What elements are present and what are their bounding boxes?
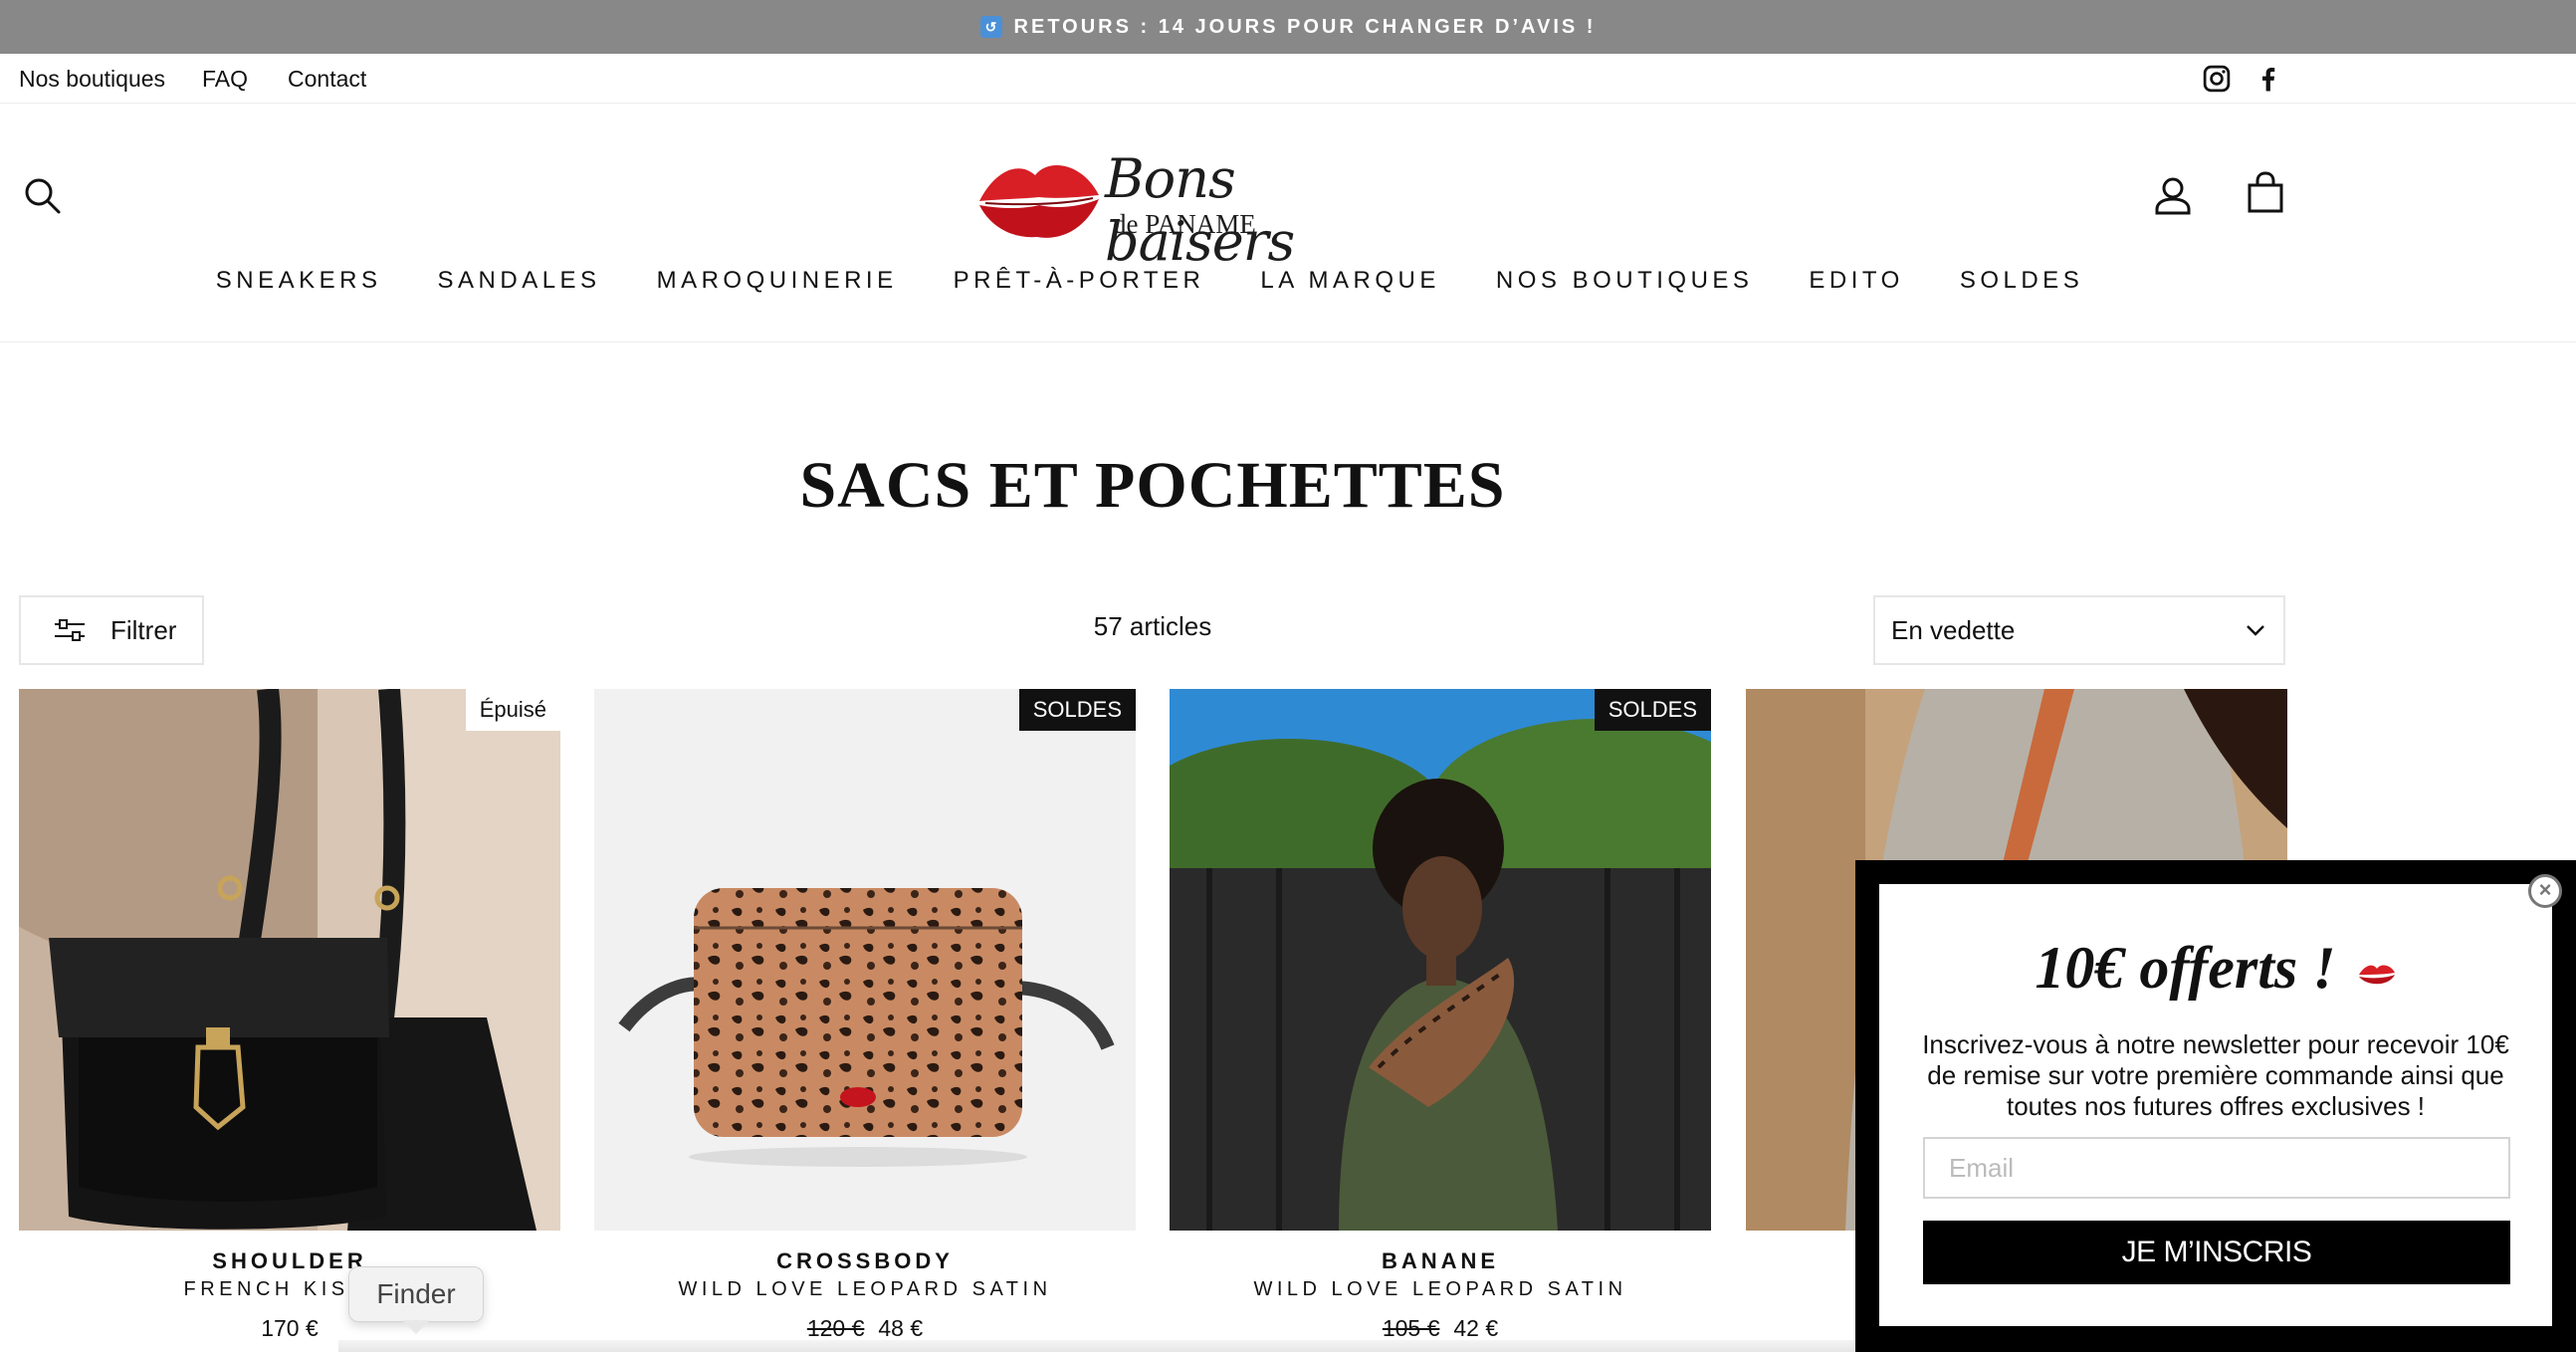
shoulder-bag-photo [19,689,560,1231]
cart-icon[interactable] [2246,171,2285,213]
product-name[interactable]: BANANE [1170,1248,1711,1274]
nav-item-maroquinerie[interactable]: MAROQUINERIE [657,267,898,295]
chevron-down-icon [2247,625,2264,636]
crossbody-bag-photo [594,689,1136,1231]
status-badge: SOLDES [1594,689,1711,731]
utility-bar: Nos boutiques FAQ Contact [0,54,2576,104]
account-icon[interactable] [2154,175,2192,215]
product-card[interactable]: SOLDES CROSSBODY WILD LOVE LEOPARD SATIN… [594,689,1136,1342]
status-badge: Épuisé [465,689,560,731]
sort-selected-value: En vedette [1891,614,2016,645]
product-image[interactable]: SOLDES [594,689,1136,1231]
announcement-bar: ↺ RETOURS : 14 JOURS POUR CHANGER D’AVIS… [0,0,2576,54]
nav-item-la-marque[interactable]: LA MARQUE [1260,267,1440,295]
page-title: SACS ET POCHETTES [799,449,1506,522]
utility-link-faq[interactable]: FAQ [202,66,248,93]
product-image[interactable]: Épuisé [19,689,560,1231]
nav-item-soldes[interactable]: SOLDES [1960,267,2083,295]
product-price: 105 € 42 € [1170,1315,1711,1342]
popup-content: 10€ offerts ! Inscrivez-vous à notre new… [1879,884,2552,1326]
price-current: 170 € [261,1315,319,1341]
instagram-icon[interactable] [2202,64,2232,94]
return-arrow-icon: ↺ [979,16,1002,38]
utility-link-boutiques[interactable]: Nos boutiques [19,66,165,93]
finder-tooltip: Finder [348,1266,484,1322]
kiss-icon [2358,965,2395,985]
main-nav: SNEAKERS SANDALES MAROQUINERIE PRÊT-À-PO… [0,267,2299,295]
site-logo[interactable]: Bons baisers de PANAME [975,147,1334,273]
nav-item-pret-a-porter[interactable]: PRÊT-À-PORTER [954,267,1205,295]
logo-text-sub: de PANAME [1113,209,1256,239]
facebook-icon[interactable] [2254,64,2283,94]
product-card[interactable]: Épuisé SHOULDER FRENCH KISS N 170 € [19,689,560,1342]
product-variant: WILD LOVE LEOPARD SATIN [678,1278,1052,1300]
price-current: 48 € [878,1315,924,1341]
finder-tooltip-tail [402,1320,430,1334]
close-icon[interactable]: × [2528,874,2562,908]
sort-select[interactable]: En vedette [1873,595,2285,665]
announcement-text: RETOURS : 14 JOURS POUR CHANGER D’AVIS ! [1013,15,1597,38]
subscribe-button[interactable]: JE M’INSCRIS [1923,1221,2510,1284]
product-name[interactable]: CROSSBODY [594,1248,1136,1274]
popup-description: Inscrivez-vous à notre newsletter pour r… [1922,1029,2509,1121]
banane-bag-photo [1170,689,1711,1231]
nav-item-nos-boutiques[interactable]: NOS BOUTIQUES [1496,267,1754,295]
product-price: 120 € 48 € [594,1315,1136,1342]
popup-title-text: 10€ offerts ! [2035,935,2336,1001]
utility-link-contact[interactable]: Contact [288,66,366,93]
price-current: 42 € [1453,1315,1499,1341]
status-badge: SOLDES [1018,689,1136,731]
nav-item-sneakers[interactable]: SNEAKERS [216,267,382,295]
search-icon[interactable] [22,175,62,215]
lips-logo-icon [979,164,1099,238]
newsletter-popup: 10€ offerts ! Inscrivez-vous à notre new… [1855,860,2576,1352]
site-header: Bons baisers de PANAME SNEAKERS SANDALES… [0,104,2576,342]
email-field[interactable] [1923,1137,2510,1199]
product-variant: WILD LOVE LEOPARD SATIN [1253,1278,1627,1300]
dock-edge [338,1340,1861,1352]
popup-title: 10€ offerts ! [1879,934,2552,1003]
nav-item-edito[interactable]: EDITO [1809,267,1903,295]
price-original: 120 € [806,1315,865,1341]
product-image[interactable]: SOLDES [1170,689,1711,1231]
nav-item-sandales[interactable]: SANDALES [438,267,601,295]
product-card[interactable]: SOLDES BANANE WILD LOVE LEOPARD SATIN 10… [1170,689,1711,1342]
price-original: 105 € [1382,1315,1440,1341]
